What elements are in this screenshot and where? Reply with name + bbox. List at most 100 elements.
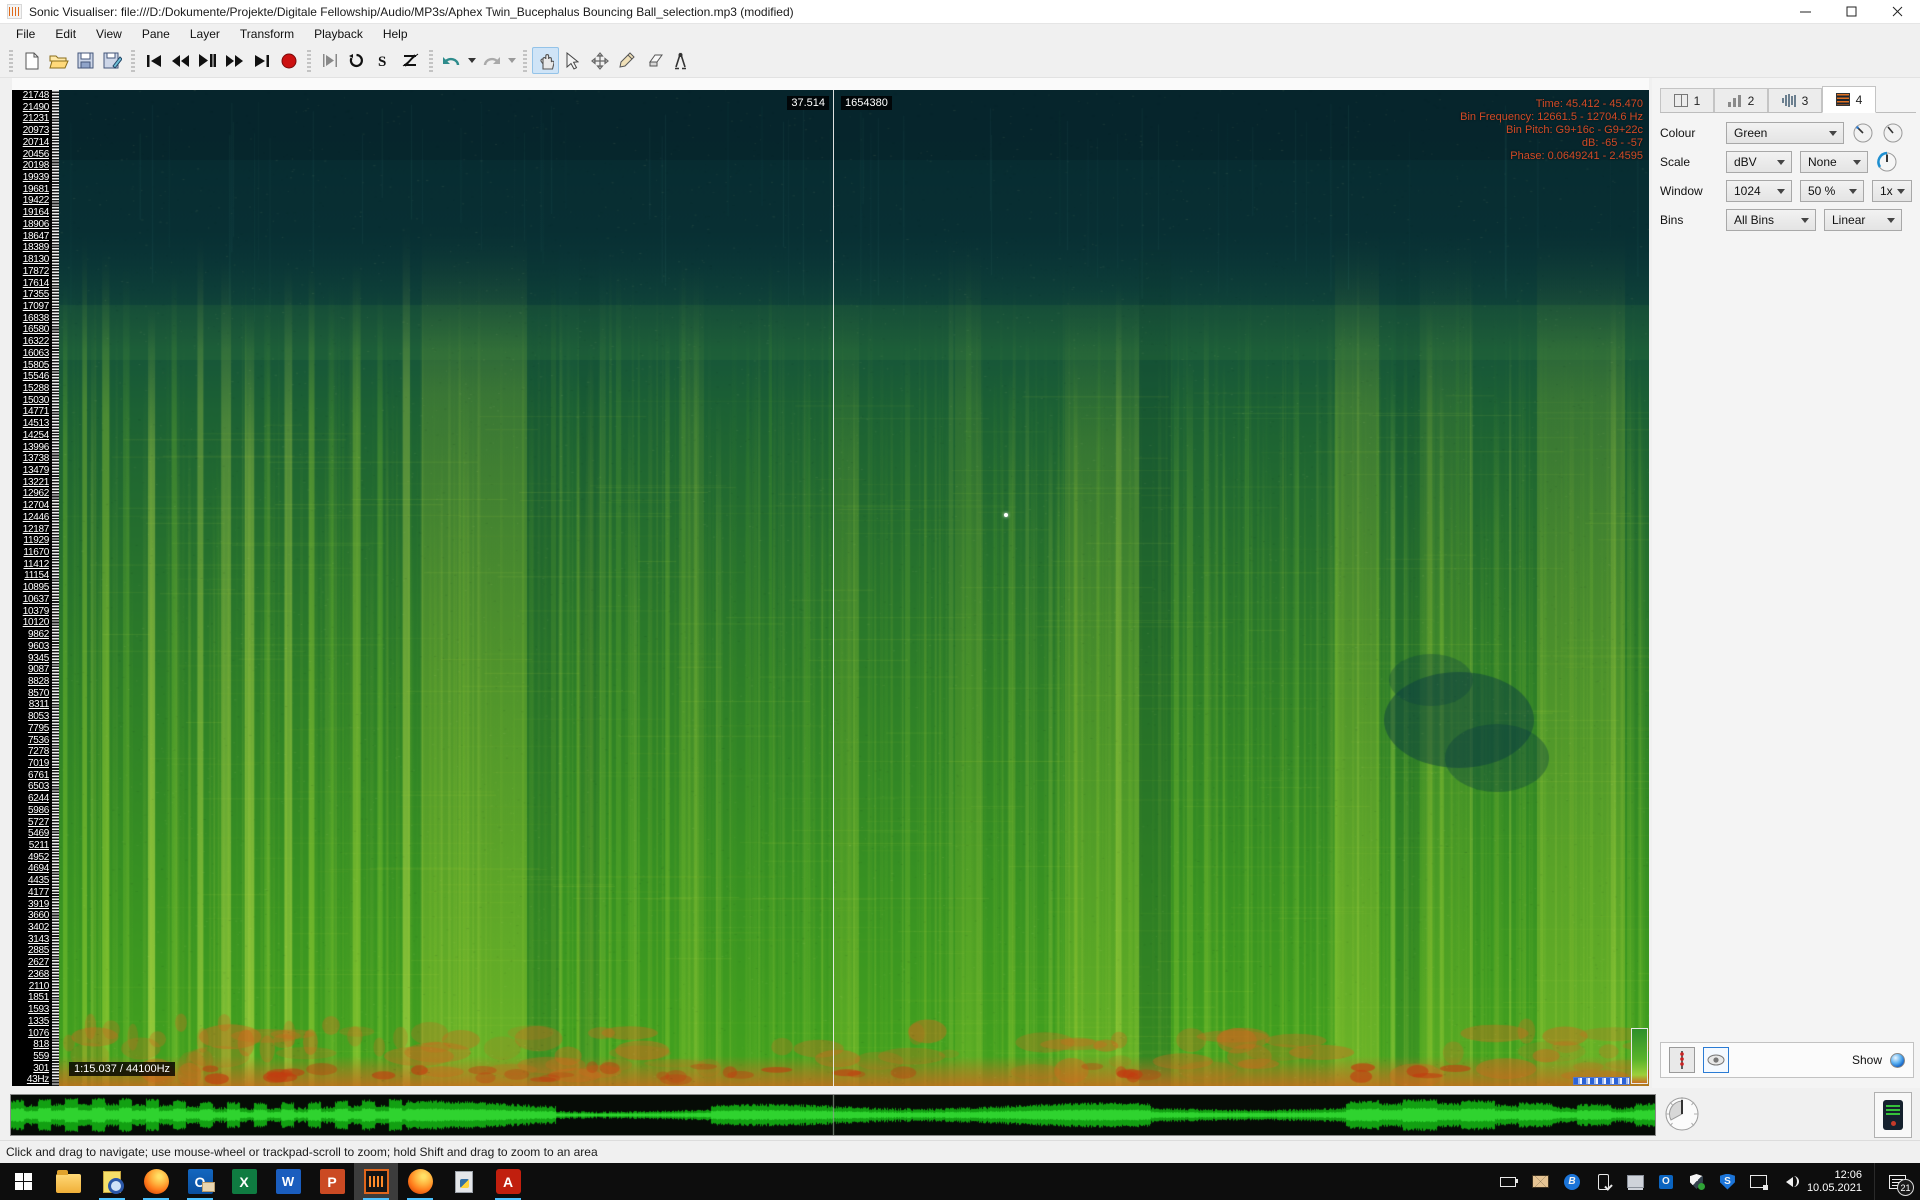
erase-tool-button[interactable]	[640, 47, 667, 74]
menu-item[interactable]: Help	[373, 25, 418, 43]
threshold-knob[interactable]	[1876, 151, 1898, 173]
document-search-icon[interactable]	[90, 1163, 134, 1200]
undo-button[interactable]	[438, 47, 465, 74]
frequency-tick-label: 7795	[12, 723, 52, 735]
overview-waveform-canvas[interactable]	[11, 1095, 1655, 1135]
smartscreen-icon[interactable]	[1720, 1174, 1735, 1190]
battery-icon[interactable]	[1500, 1173, 1517, 1190]
rewind-button[interactable]	[167, 47, 194, 74]
playback-speed-knob[interactable]	[1663, 1095, 1701, 1133]
frequency-tick-label: 15030	[12, 395, 52, 407]
start-button[interactable]	[0, 1163, 46, 1200]
record-button[interactable]	[275, 47, 302, 74]
open-file-button[interactable]	[45, 47, 72, 74]
file-explorer-icon[interactable]	[46, 1163, 90, 1200]
zoom-wheel-indicator[interactable]	[1573, 1077, 1630, 1085]
level-meter-widget[interactable]	[1874, 1092, 1912, 1138]
display-icon[interactable]	[1627, 1173, 1644, 1190]
acrobat-icon[interactable]	[486, 1163, 530, 1200]
powerpoint-icon[interactable]	[310, 1163, 354, 1200]
scale-select[interactable]: dBV	[1726, 151, 1792, 173]
status-text: Click and drag to navigate; use mouse-wh…	[6, 1145, 598, 1159]
pane-tab[interactable]: 3	[1768, 88, 1822, 112]
redo-button[interactable]	[478, 47, 505, 74]
window-overlap-select[interactable]: 50 %	[1800, 180, 1864, 202]
fast-forward-end-button[interactable]	[248, 47, 275, 74]
usb-icon[interactable]	[1595, 1173, 1612, 1190]
align-toggle-button[interactable]	[397, 47, 424, 74]
frequency-tick-label: 9087	[12, 664, 52, 676]
outlook-icon[interactable]	[178, 1163, 222, 1200]
measure-tool-button[interactable]	[667, 47, 694, 74]
oversampling-select[interactable]: 1x	[1872, 180, 1912, 202]
frequency-tick-label: 20456	[12, 149, 52, 161]
fast-forward-button[interactable]	[221, 47, 248, 74]
word-icon[interactable]	[266, 1163, 310, 1200]
pane-tab[interactable]: 2	[1714, 88, 1768, 112]
frequency-tick-label: 4694	[12, 863, 52, 875]
bin-scale-select[interactable]: Linear	[1824, 209, 1902, 231]
menu-item[interactable]: Edit	[45, 25, 86, 43]
save-session-button[interactable]	[72, 47, 99, 74]
colour-rotation-knob[interactable]	[1852, 122, 1874, 144]
excel-icon[interactable]	[222, 1163, 266, 1200]
colour-select[interactable]: Green	[1726, 122, 1844, 144]
python-file-icon[interactable]	[442, 1163, 486, 1200]
frequency-tick-label: 18130	[12, 254, 52, 266]
firefox-icon[interactable]	[134, 1163, 178, 1200]
toolbar: S	[0, 44, 1920, 78]
vertical-zoom-preview[interactable]	[1631, 1028, 1648, 1084]
clock-time: 12:06	[1807, 1169, 1862, 1182]
outlook-tray-icon[interactable]	[1659, 1175, 1673, 1189]
clock-date: 10.05.2021	[1807, 1182, 1862, 1195]
redo-menu-arrow[interactable]	[505, 47, 518, 74]
menu-item[interactable]: Playback	[304, 25, 373, 43]
cursor-frame-label: 1654380	[841, 96, 892, 110]
firefox-2-icon[interactable]	[398, 1163, 442, 1200]
spectrogram-canvas[interactable]	[59, 90, 1649, 1086]
loop-playback-button[interactable]	[343, 47, 370, 74]
normalization-select[interactable]: None	[1800, 151, 1868, 173]
export-session-button[interactable]	[99, 47, 126, 74]
window-size-select[interactable]: 1024	[1726, 180, 1792, 202]
sonic-visualiser-icon[interactable]	[354, 1163, 398, 1200]
menu-item[interactable]: Pane	[132, 25, 180, 43]
play-selection-button[interactable]	[316, 47, 343, 74]
frequency-axis[interactable]: 2174821490212312097320714204562019819939…	[12, 90, 52, 1086]
overlay-bin-frequency: Bin Frequency: 12661.5 - 12704.6 Hz	[1460, 111, 1643, 124]
spectrogram-pane[interactable]: 37.514 1654380 Time: 45.412 - 45.470 Bin…	[59, 90, 1649, 1086]
play-pause-button[interactable]	[194, 47, 221, 74]
solo-pane-button[interactable]: S	[370, 47, 397, 74]
menu-item[interactable]: File	[6, 25, 45, 43]
pane-tab[interactable]: 4	[1822, 86, 1876, 113]
menu-item[interactable]: Layer	[180, 25, 230, 43]
menu-item[interactable]: View	[86, 25, 132, 43]
overview-waveform[interactable]	[10, 1094, 1656, 1136]
notification-center-button[interactable]: 21	[1874, 1163, 1920, 1200]
new-session-button[interactable]	[18, 47, 45, 74]
gain-knob[interactable]	[1882, 122, 1904, 144]
level-meter-icon	[1883, 1100, 1903, 1130]
current-layer-button[interactable]	[1669, 1047, 1695, 1073]
edit-tool-button[interactable]	[586, 47, 613, 74]
network-icon[interactable]	[1750, 1173, 1767, 1190]
bluetooth-icon[interactable]	[1564, 1174, 1580, 1190]
show-toggle-led[interactable]	[1890, 1053, 1905, 1068]
volume-icon[interactable]	[1782, 1173, 1799, 1190]
bins-select[interactable]: All Bins	[1726, 209, 1816, 231]
navigate-tool-button[interactable]	[532, 47, 559, 74]
taskbar-clock[interactable]: 12:06 10.05.2021	[1807, 1169, 1862, 1195]
menu-item[interactable]: Transform	[230, 25, 304, 43]
undo-menu-arrow[interactable]	[465, 47, 478, 74]
select-tool-button[interactable]	[559, 47, 586, 74]
minimize-button[interactable]	[1782, 0, 1828, 23]
draw-tool-button[interactable]	[613, 47, 640, 74]
close-button[interactable]	[1874, 0, 1920, 23]
mail-icon[interactable]	[1532, 1173, 1549, 1190]
rewind-start-button[interactable]	[140, 47, 167, 74]
pane-tab[interactable]: 1	[1660, 88, 1714, 112]
defender-icon[interactable]	[1688, 1173, 1705, 1190]
maximize-button[interactable]	[1828, 0, 1874, 23]
visibility-toggle-button[interactable]	[1703, 1047, 1729, 1073]
frequency-tick-label: 2110	[12, 981, 52, 993]
